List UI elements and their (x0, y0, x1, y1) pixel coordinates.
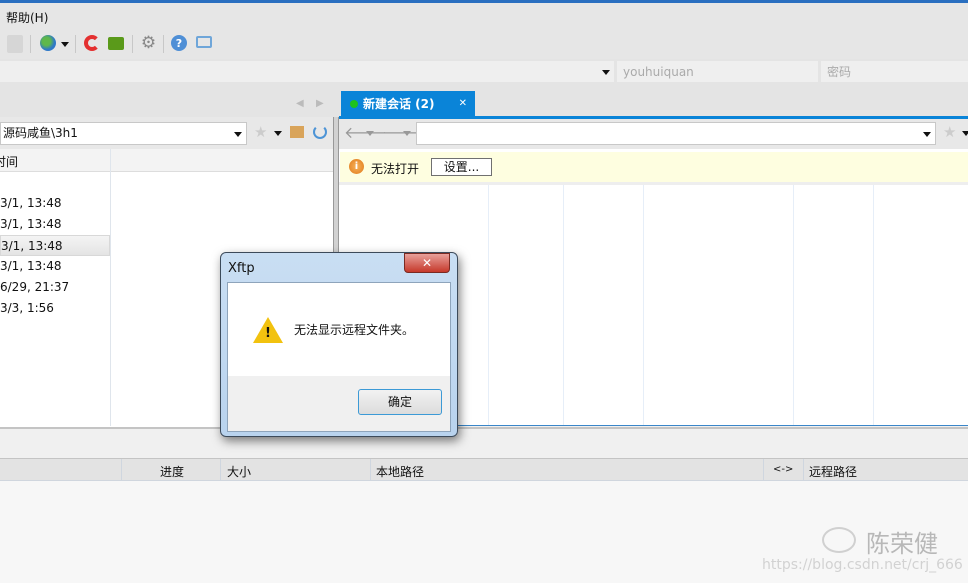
file-row[interactable]: 3/1, 13:48 (0, 256, 110, 277)
local-column-header (0, 149, 333, 172)
error-dialog: Xftp ✕ ! 无法显示远程文件夹。 确定 (220, 252, 458, 437)
tab-row (0, 84, 968, 118)
globe-dropdown-icon[interactable] (61, 42, 69, 47)
column-progress[interactable]: 进度 (160, 463, 184, 480)
ok-button[interactable]: 确定 (358, 389, 442, 415)
connection-status-icon (350, 100, 358, 108)
home-folder-icon[interactable] (290, 126, 304, 138)
watermark-url: https://blog.csdn.net/crj_666 (762, 557, 963, 573)
remote-path-dropdown-icon[interactable] (923, 132, 931, 137)
info-message: 无法打开 (371, 162, 420, 176)
dialog-close-button[interactable]: ✕ (404, 253, 450, 273)
password-input[interactable]: 密码 (821, 61, 968, 82)
xshell-icon[interactable] (84, 35, 100, 51)
column-divider (643, 185, 644, 425)
settings-icon[interactable]: ⚙ (140, 33, 157, 53)
info-icon: i (349, 159, 364, 174)
bookmark-dropdown-icon[interactable] (274, 131, 282, 136)
transfer-header: 进度 大小 本地路径 <-> 远程路径 (0, 458, 968, 481)
column-divider (488, 185, 489, 425)
host-dropdown-icon[interactable] (602, 70, 610, 75)
help-icon[interactable]: ? (171, 35, 187, 51)
tab-scroll-left-icon[interactable]: ◀ (296, 98, 304, 109)
column-modified[interactable]: 时间 (0, 153, 18, 170)
toolbar-separator (163, 35, 164, 53)
tab-close-icon[interactable]: ✕ (459, 91, 467, 117)
remote-path-combo[interactable] (416, 122, 936, 145)
chat-icon[interactable] (196, 36, 212, 48)
xftp-icon[interactable] (108, 37, 124, 50)
globe-icon[interactable] (40, 35, 56, 51)
tab-scroll-right-icon[interactable]: ▶ (316, 98, 324, 109)
column-local-path[interactable]: 本地路径 (376, 463, 424, 480)
tab-label: 新建会话 (2) (363, 97, 435, 111)
remote-bookmark-dropdown-icon[interactable] (962, 131, 968, 136)
column-direction[interactable]: <-> (773, 464, 793, 475)
back-dropdown-icon[interactable] (366, 131, 374, 136)
horizontal-splitter[interactable] (0, 427, 968, 429)
column-divider (563, 185, 564, 425)
column-divider (110, 149, 111, 426)
username-input[interactable]: youhuiquan (617, 61, 818, 82)
warning-icon-mark: ! (265, 326, 271, 341)
file-row-selected[interactable]: 3/1, 13:48 (0, 235, 110, 256)
toolbar-separator (132, 35, 133, 53)
column-remote-path[interactable]: 远程路径 (809, 463, 857, 480)
refresh-icon[interactable] (313, 125, 327, 139)
menu-help[interactable]: 帮助(H) (6, 9, 48, 26)
path-dropdown-icon[interactable] (234, 132, 242, 137)
wechat-logo-icon (822, 527, 856, 553)
copy-icon[interactable] (7, 35, 23, 53)
tab-session[interactable]: 新建会话 (2) ✕ (341, 91, 475, 117)
settings-button[interactable]: 设置... (431, 158, 492, 176)
file-row[interactable]: 6/29, 21:37 (0, 277, 110, 298)
column-divider (873, 185, 874, 425)
watermark-name: 陈荣健 (866, 530, 938, 558)
dialog-body: ! 无法显示远程文件夹。 确定 (227, 282, 451, 432)
toolbar-separator (30, 35, 31, 53)
column-size[interactable]: 大小 (227, 463, 251, 480)
menu-bar: 帮助(H) (0, 3, 968, 30)
file-row[interactable]: 3/1, 13:48 (0, 193, 110, 214)
remote-bookmark-icon[interactable]: ★ (943, 123, 956, 141)
bookmark-star-icon[interactable]: ★ (254, 123, 267, 141)
dialog-message: 无法显示远程文件夹。 (294, 323, 415, 337)
host-input[interactable] (0, 61, 614, 82)
file-row[interactable]: 3/3, 1:56 (0, 298, 110, 319)
toolbar-separator (75, 35, 76, 53)
local-path-combo[interactable]: 源码咸鱼\3h1 (0, 122, 247, 145)
forward-dropdown-icon[interactable] (403, 131, 411, 136)
column-divider (793, 185, 794, 425)
dialog-title: Xftp (228, 261, 255, 276)
file-row[interactable]: 3/1, 13:48 (0, 214, 110, 235)
